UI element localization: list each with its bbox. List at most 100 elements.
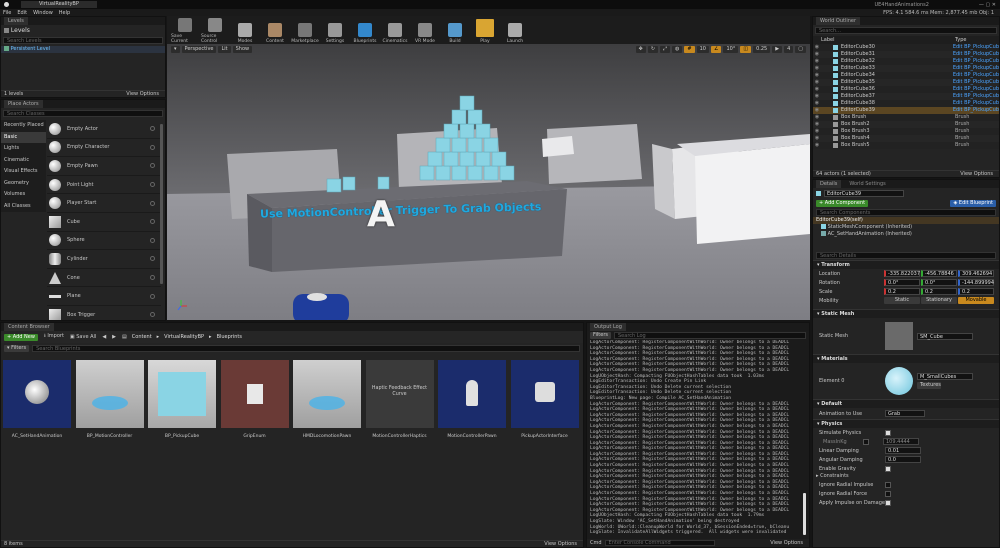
textures-dropdown[interactable]: Textures (917, 382, 941, 389)
visibility-eye-icon[interactable]: ◉ (813, 58, 821, 65)
log-search[interactable]: Search Log (614, 332, 806, 339)
outliner-row[interactable]: ◉ Box Brush5 Brush (813, 142, 999, 149)
rotation-snap-value[interactable]: 10° (723, 46, 739, 53)
info-icon[interactable] (150, 144, 155, 150)
maximize-viewport-icon[interactable]: ▢ (795, 46, 806, 53)
search-details[interactable]: Search Details (816, 252, 996, 259)
cmd-label[interactable]: Cmd (590, 540, 602, 546)
info-icon[interactable] (150, 219, 155, 225)
place-actors-search[interactable]: Search Classes (3, 110, 163, 117)
info-icon[interactable] (150, 312, 155, 318)
grid-snap-value[interactable]: 10 (696, 46, 709, 53)
component-static-mesh[interactable]: StaticMeshComponent (Inherited) (813, 224, 999, 231)
levels-header[interactable]: Levels (1, 25, 165, 37)
breadcrumb-content[interactable]: Content (132, 334, 152, 340)
world-settings-tab[interactable]: World Settings (845, 180, 889, 188)
modes-button[interactable]: Modes (231, 14, 259, 44)
category-basic[interactable]: Basic (1, 131, 46, 143)
actor-item[interactable]: Cube (47, 213, 161, 232)
info-icon[interactable] (150, 126, 155, 132)
asset-tile[interactable]: MotionControllerPawn (438, 360, 506, 448)
static-mesh-header[interactable]: ▾ Static Mesh (813, 309, 999, 318)
rotation-z[interactable]: -144.899994 (958, 279, 994, 286)
category-recently-placed[interactable]: Recently Placed (1, 120, 46, 132)
details-tab[interactable]: Details (816, 180, 842, 188)
vr-mode-button[interactable]: VR Mode (411, 14, 439, 44)
asset-tile[interactable]: Haptic Feedback Effect Curve MotionContro… (365, 360, 434, 448)
rotation-x[interactable]: 0.0° (884, 279, 920, 286)
outliner-row[interactable]: ◉ Box Brush3 Brush (813, 128, 999, 135)
levels-view-options[interactable]: View Options (126, 91, 159, 97)
content-view-options[interactable]: View Options (544, 541, 577, 547)
info-icon[interactable] (150, 237, 155, 243)
outliner-search[interactable]: Search... (815, 27, 997, 34)
outliner-row[interactable]: ◉ EditorCube35 Edit BP_PickupCub (813, 79, 999, 86)
category-geometry[interactable]: Geometry (1, 177, 46, 189)
levels-search[interactable]: Search Levels (3, 37, 163, 44)
visibility-eye-icon[interactable]: ◉ (813, 121, 821, 128)
actor-item[interactable]: Empty Actor (47, 120, 161, 139)
filters-button[interactable]: ▾ Filters (4, 344, 30, 352)
category-all-classes[interactable]: All Classes (1, 200, 46, 212)
scale-snap-icon[interactable]: ◫ (740, 46, 752, 53)
outliner-type[interactable]: Edit BP_PickupCub (953, 107, 999, 114)
scale-tool-icon[interactable]: ⤢ (660, 46, 671, 53)
outliner-type[interactable]: Edit BP_PickupCub (953, 79, 999, 86)
info-icon[interactable] (150, 163, 155, 169)
menu-file[interactable]: File (3, 10, 11, 16)
save-all-button[interactable]: ▣ Save All (70, 334, 96, 340)
content-search[interactable]: Search Blueprints (32, 344, 580, 352)
visibility-eye-icon[interactable]: ◉ (813, 107, 821, 114)
menu-window[interactable]: Window (33, 10, 53, 16)
angular-field[interactable]: 0.0 (885, 456, 921, 463)
asset-tile[interactable]: PickupActorInterface (510, 360, 579, 448)
grid-snap-icon[interactable]: # (684, 46, 695, 53)
log-scrollbar[interactable] (803, 493, 806, 535)
rotation-label[interactable]: Rotation (819, 280, 883, 286)
ignore-force-checkbox[interactable] (885, 490, 891, 497)
static-mesh-select[interactable]: SM_Cube (917, 332, 973, 340)
visibility-eye-icon[interactable]: ◉ (813, 142, 821, 149)
actor-item[interactable]: Point Light (47, 176, 161, 195)
outliner-row[interactable]: ◉ EditorCube36 Edit BP_PickupCub (813, 86, 999, 93)
col-label[interactable]: Label (813, 36, 955, 44)
nav-forward-icon[interactable]: ▶ (112, 334, 116, 340)
translate-tool-icon[interactable]: ✥ (635, 46, 646, 53)
linear-field[interactable]: 0.01 (885, 447, 921, 454)
actor-item[interactable]: Empty Character (47, 139, 161, 158)
category-volumes[interactable]: Volumes (1, 189, 46, 201)
component-self[interactable]: EditorCube39(self) (813, 217, 999, 224)
import-button[interactable]: ⭳ Import (44, 333, 64, 341)
outliner-view-options[interactable]: View Options (960, 171, 993, 177)
scale-snap-value[interactable]: 0.25 (753, 46, 771, 53)
marketplace-button[interactable]: Marketplace (291, 14, 319, 44)
default-header[interactable]: ▾ Default (813, 399, 999, 408)
scale-y[interactable]: 0.2 (921, 288, 957, 295)
levels-item[interactable]: Persistent Level (1, 46, 165, 53)
launch-button[interactable]: Launch (501, 14, 529, 44)
outliner-type[interactable]: Edit BP_PickupCub (953, 72, 999, 79)
mobility-movable[interactable]: Movable (958, 297, 994, 304)
static-mesh-thumbnail[interactable] (885, 322, 913, 350)
content-browser-tab[interactable]: Content Browser (4, 323, 54, 331)
outliner-row[interactable]: ◉ EditorCube34 Edit BP_PickupCub (813, 72, 999, 79)
outliner-type[interactable]: Edit BP_PickupCub (953, 58, 999, 65)
visibility-eye-icon[interactable]: ◉ (813, 135, 821, 142)
location-y[interactable]: -456.78846 (921, 270, 957, 277)
info-icon[interactable] (150, 200, 155, 206)
visibility-eye-icon[interactable]: ◉ (813, 114, 821, 121)
anim-select[interactable]: Grab (885, 410, 925, 417)
levels-tab[interactable]: Levels (4, 17, 28, 25)
settings-button[interactable]: Settings (321, 14, 349, 44)
actor-item[interactable]: Cylinder (47, 250, 161, 269)
outliner-row[interactable]: ◉ Box Brush4 Brush (813, 135, 999, 142)
asset-tile[interactable]: BP_PickupCube (148, 360, 216, 448)
outliner-row[interactable]: ◉ EditorCube38 Edit BP_PickupCub (813, 100, 999, 107)
visibility-eye-icon[interactable]: ◉ (813, 100, 821, 107)
mass-field[interactable]: 109.4444 (883, 438, 919, 445)
breadcrumb-blueprints[interactable]: Blueprints (217, 334, 242, 340)
outliner-type[interactable]: Edit BP_PickupCub (953, 100, 999, 107)
breadcrumb-virtualrealitybp[interactable]: VirtualRealityBP (164, 334, 204, 340)
rotation-y[interactable]: 0.0° (921, 279, 957, 286)
rotate-tool-icon[interactable]: ↻ (647, 46, 659, 53)
